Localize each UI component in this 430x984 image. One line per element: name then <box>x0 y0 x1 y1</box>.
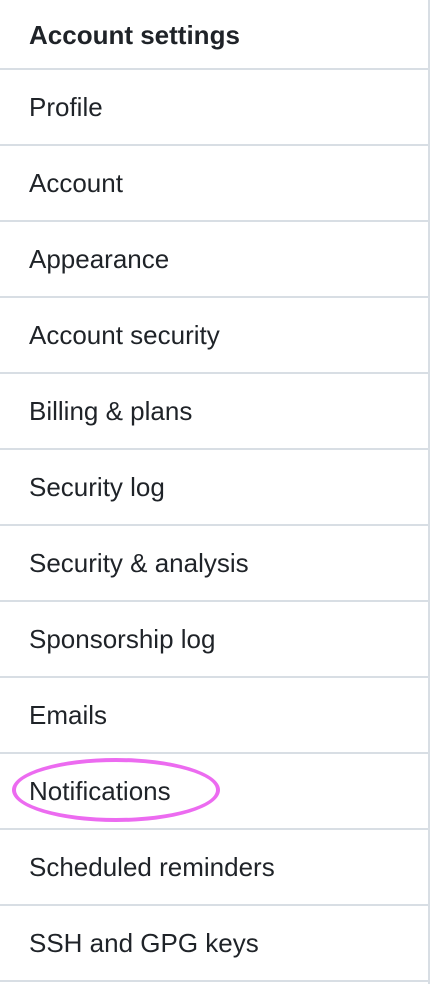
sidebar-item-label: Emails <box>29 700 108 730</box>
sidebar-item-ssh-gpg-keys[interactable]: SSH and GPG keys <box>0 906 428 982</box>
sidebar-item-label: Account <box>29 168 123 198</box>
sidebar-item-account[interactable]: Account <box>0 146 428 222</box>
sidebar-item-label: Account security <box>29 320 220 350</box>
sidebar-item-label: Security log <box>29 472 165 502</box>
sidebar-item-label: Profile <box>29 92 103 122</box>
sidebar-item-scheduled-reminders[interactable]: Scheduled reminders <box>0 830 428 906</box>
account-settings-sidebar: Account settings Profile Account Appeara… <box>0 0 430 984</box>
sidebar-item-label: Notifications <box>29 776 171 806</box>
sidebar-item-notifications[interactable]: Notifications <box>0 754 428 830</box>
sidebar-item-appearance[interactable]: Appearance <box>0 222 428 298</box>
sidebar-item-label: Appearance <box>29 244 170 274</box>
sidebar-item-sponsorship-log[interactable]: Sponsorship log <box>0 602 428 678</box>
sidebar-item-label: Security & analysis <box>29 548 249 578</box>
sidebar-item-label: Billing & plans <box>29 396 193 426</box>
sidebar-item-label: Scheduled reminders <box>29 852 275 882</box>
sidebar-item-security-analysis[interactable]: Security & analysis <box>0 526 428 602</box>
settings-menu: Profile Account Appearance Account secur… <box>0 70 428 982</box>
sidebar-item-emails[interactable]: Emails <box>0 678 428 754</box>
sidebar-item-security-log[interactable]: Security log <box>0 450 428 526</box>
sidebar-item-label: Sponsorship log <box>29 624 216 654</box>
sidebar-item-profile[interactable]: Profile <box>0 70 428 146</box>
sidebar-item-account-security[interactable]: Account security <box>0 298 428 374</box>
sidebar-item-label: SSH and GPG keys <box>29 928 259 958</box>
sidebar-item-billing-plans[interactable]: Billing & plans <box>0 374 428 450</box>
sidebar-title: Account settings <box>0 0 428 70</box>
